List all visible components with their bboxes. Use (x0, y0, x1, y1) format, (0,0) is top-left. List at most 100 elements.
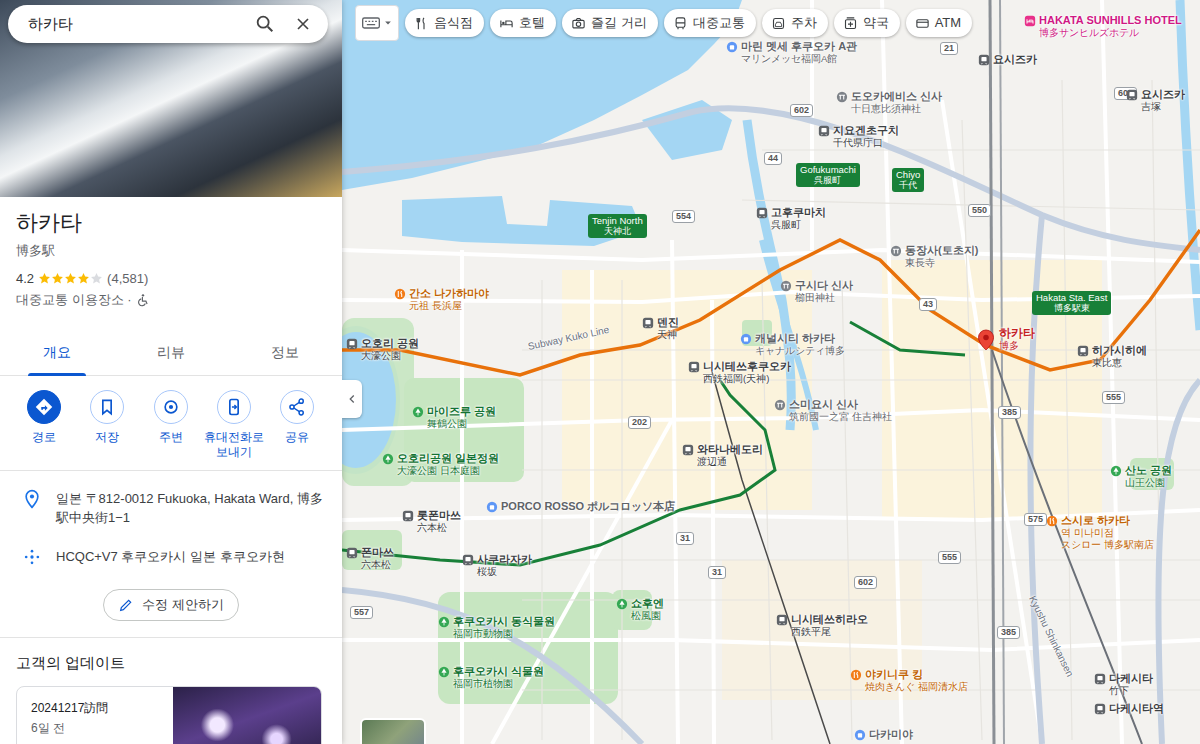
category[interactable]: 대중교통 이용장소 · (16, 290, 132, 310)
map-label[interactable]: 스시로 하카타역 미나미점スシロー 博多駅南店 (1046, 514, 1154, 551)
map-label[interactable]: 와타나베도리渡辺通 (682, 443, 763, 468)
category-chip[interactable]: 대중교통 (664, 9, 756, 37)
suggest-edit-button[interactable]: 수정 제안하기 (103, 589, 239, 621)
map-label[interactable]: 사쿠라자카桜坂 (462, 553, 532, 578)
map-label[interactable]: HAKATA SUNHILLS HOTEL博多サンヒルズホテル (1024, 14, 1182, 39)
map-label[interactable]: 오호리 공원大濠公園 (346, 337, 419, 362)
map-label[interactable]: 마린 멧세 후쿠오카 A관マリンメッセ福岡A館 (726, 40, 857, 65)
map-label[interactable]: 스미요시 신사筑前國一之宮 住吉神社 (774, 398, 892, 423)
chip-label: 호텔 (519, 13, 545, 33)
map-label[interactable]: 니시테쓰후쿠오카西鉄福岡(天神) (688, 360, 791, 385)
label-text: 쇼후엔松風園 (631, 597, 664, 622)
tab[interactable]: 리뷰 (114, 332, 228, 375)
updates-list: 20241217訪問6일 전 (0, 686, 342, 744)
label-text: 오호리공원 일본정원大濠公園 日本庭園 (397, 452, 499, 477)
map-label[interactable]: Hakata Sta. East博多駅東 (1032, 291, 1111, 315)
category-chip[interactable]: 호텔 (490, 9, 556, 37)
label-line: 사쿠라자카 (477, 553, 532, 566)
label-text: 간소 나가하마야元祖 長浜屋 (409, 287, 489, 312)
map-label[interactable]: 히가시히에東比恵 (1077, 344, 1147, 369)
label-line: 야키니쿠 킹 (865, 668, 968, 681)
map-label[interactable]: 고후쿠마치呉服町 (756, 206, 826, 231)
map-label[interactable]: 야키니쿠 킹焼肉きんぐ 福岡清水店 (850, 668, 968, 693)
map-label[interactable]: 덴진天神 (642, 316, 679, 341)
label-text: 히가시히에東比恵 (1092, 344, 1147, 369)
review-count[interactable]: (4,581) (107, 269, 148, 289)
pharmacy-icon (843, 16, 858, 31)
label-line: 니시테쓰히라오 (791, 613, 868, 626)
map-label[interactable]: 다케시타역 (1094, 702, 1164, 715)
map-label[interactable]: 캐널시티 하카타キャナルシティ博多 (740, 332, 845, 357)
label-text: PORCO ROSSO ポルコロッソ本店 (501, 500, 675, 513)
keyboard-icon[interactable] (355, 5, 399, 41)
label-line: Gofukumachi (800, 164, 856, 175)
map-label[interactable]: 롯폰마쓰六本松 (402, 509, 461, 534)
close-icon[interactable] (288, 9, 318, 39)
category-chip[interactable]: ATM (906, 9, 972, 37)
map-label[interactable]: 다카미야 (854, 728, 913, 741)
plus-code-row[interactable]: HCQC+V7 후쿠오카시 일본 후쿠오카현 (0, 537, 342, 577)
station-icon (642, 317, 654, 329)
map-label[interactable]: 후쿠오카시 동식물원福岡市動物園 (438, 615, 555, 640)
map-label[interactable]: 도오카에비스 신사十日恵比須神社 (836, 90, 942, 115)
category-chip[interactable]: 약국 (834, 9, 900, 37)
map-label[interactable]: 요시즈카吉塚 (1126, 88, 1185, 113)
map-label[interactable]: 구시다 신사櫛田神社 (780, 279, 853, 304)
label-line: 元祖 長浜屋 (409, 300, 489, 312)
layers-thumbnail[interactable] (360, 718, 426, 744)
label-line: 博多 (999, 340, 1035, 352)
tab-label: 리뷰 (157, 344, 185, 360)
map-label[interactable]: 쇼후엔松風園 (616, 597, 664, 622)
map-label[interactable]: 산노 공원山王公園 (1110, 464, 1172, 489)
map-label[interactable]: 요시즈카 (978, 53, 1037, 66)
search-icon[interactable] (250, 9, 280, 39)
map-label[interactable]: 오호리공원 일본정원大濠公園 日本庭園 (382, 452, 499, 477)
update-photo[interactable] (173, 687, 321, 744)
tab[interactable]: 개요 (0, 332, 114, 375)
action-button[interactable]: 저장 (76, 390, 138, 460)
search-input[interactable] (28, 13, 242, 36)
map[interactable]: 음식점 호텔 즐길 거리대중교통주차약국ATM 마린 멧세 후쿠오카 A관マリンメッ… (342, 0, 1200, 744)
action-label: 저장 (95, 430, 119, 445)
route-shield: 31 (708, 566, 726, 579)
tab[interactable]: 정보 (228, 332, 342, 375)
map-label[interactable]: Chiyo千代 (892, 168, 924, 192)
label-text: HAKATA SUNHILLS HOTEL博多サンヒルズホテル (1039, 14, 1182, 39)
action-button[interactable]: 휴대전화로 보내기 (203, 390, 265, 460)
search-box[interactable] (8, 5, 328, 43)
map-label[interactable]: 다케시타竹下 (1094, 672, 1153, 697)
address-row[interactable]: 일본 〒812-0012 Fukuoka, Hakata Ward, 博多駅中央… (0, 479, 342, 537)
map-label[interactable]: 폰마쓰六本松 (346, 546, 394, 571)
category-chip[interactable]: 즐길 거리 (562, 9, 658, 37)
map-label[interactable]: 동장사(토초지)東長寺 (890, 244, 978, 269)
action-button[interactable]: 경로 (13, 390, 75, 460)
label-line: 焼肉きんぐ 福岡清水店 (865, 681, 968, 693)
label-line: 天神 (657, 329, 679, 341)
restaurant-icon (1046, 515, 1058, 527)
action-button[interactable]: 주변 (140, 390, 202, 460)
plus-code: HCQC+V7 후쿠오카시 일본 후쿠오카현 (56, 547, 285, 566)
collapse-panel-icon[interactable] (342, 380, 362, 418)
star-icon (64, 272, 77, 285)
map-label[interactable]: Tenjin North天神北 (588, 214, 647, 238)
label-line: 千代 (899, 180, 917, 191)
place-photo[interactable] (0, 0, 342, 197)
place-subtitle: 博多駅 (16, 241, 326, 261)
update-card[interactable]: 20241217訪問6일 전 (16, 686, 322, 744)
label-line: 六本松 (417, 522, 461, 534)
map-label[interactable]: 후쿠오카시 식물원福岡市植物園 (438, 665, 544, 690)
map-label[interactable]: 지요겐초구치千代県庁口 (818, 124, 899, 149)
map-label[interactable]: 니시테쓰히라오西鉄平尾 (776, 613, 868, 638)
label-line: 마이즈루 공원 (427, 405, 496, 418)
map-label[interactable]: 간소 나가하마야元祖 長浜屋 (394, 287, 489, 312)
label-line: 역 미나미점 (1061, 527, 1154, 539)
label-line: 福岡市動物園 (453, 628, 555, 640)
map-label[interactable]: 마이즈루 공원舞鶴公園 (412, 405, 496, 430)
map-label[interactable]: PORCO ROSSO ポルコロッソ本店 (486, 500, 675, 513)
map-label[interactable]: 하카타博多 (976, 326, 1035, 353)
map-label[interactable]: Gofukumachi呉服町 (796, 163, 860, 187)
category-chip[interactable]: 음식점 (405, 9, 484, 37)
label-text: 구시다 신사櫛田神社 (795, 279, 853, 304)
category-chip[interactable]: 주차 (762, 9, 828, 37)
action-button[interactable]: 공유 (266, 390, 328, 460)
